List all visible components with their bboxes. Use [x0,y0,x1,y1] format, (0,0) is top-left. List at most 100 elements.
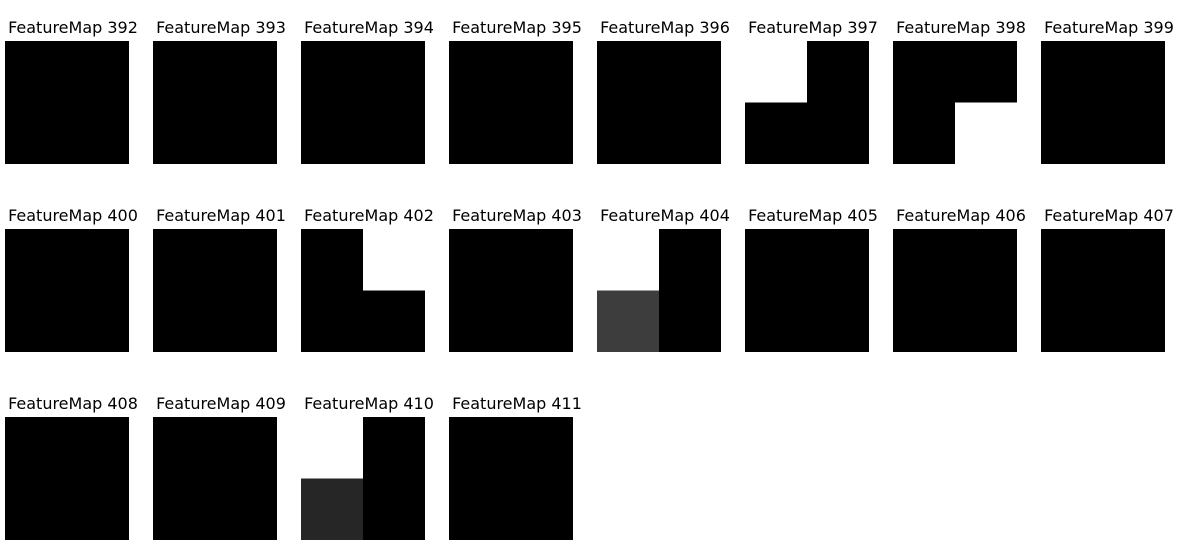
feature-map-svg [893,229,1017,352]
feature-map-panel: FeatureMap 406 [887,206,1035,371]
feature-map-title: FeatureMap 410 [304,394,434,413]
heatmap-cell [301,290,364,352]
feature-map-panel: FeatureMap 402 [295,206,443,371]
feature-map-title: FeatureMap 398 [896,18,1026,37]
heatmap-cell [215,417,277,479]
feature-map-image [893,41,1017,164]
feature-map-image [153,229,277,352]
feature-map-svg [449,229,573,352]
feature-map-panel: FeatureMap 394 [295,18,443,183]
feature-map-panel: FeatureMap 411 [443,394,591,559]
heatmap-cell [5,290,68,352]
heatmap-cell [597,102,660,164]
heatmap-cell [5,478,68,540]
heatmap-cell [955,102,1017,164]
heatmap-cell [5,102,68,164]
feature-map-image [301,229,425,352]
feature-map-title: FeatureMap 395 [452,18,582,37]
heatmap-cell [363,478,425,540]
feature-map-image [449,417,573,540]
heatmap-cell [215,290,277,352]
heatmap-cell [1041,102,1104,164]
heatmap-cell [1103,102,1165,164]
heatmap-cell [153,41,216,103]
heatmap-cell [807,290,869,352]
feature-map-panel: FeatureMap 396 [591,18,739,183]
feature-map-panel: FeatureMap 392 [0,18,147,183]
feature-map-image [745,41,869,164]
heatmap-cell [363,290,425,352]
feature-map-title: FeatureMap 405 [748,206,878,225]
feature-map-panel: FeatureMap 395 [443,18,591,183]
feature-map-image [745,229,869,352]
heatmap-cell [67,229,129,291]
heatmap-cell [67,290,129,352]
feature-map-title: FeatureMap 399 [1044,18,1174,37]
heatmap-cell [5,417,68,479]
heatmap-cell [511,41,573,103]
heatmap-cell [153,478,216,540]
heatmap-cell [449,290,512,352]
feature-map-panel: FeatureMap 397 [739,18,887,183]
heatmap-cell [1041,290,1104,352]
feature-map-title: FeatureMap 403 [452,206,582,225]
feature-map-image [5,417,129,540]
heatmap-cell [301,229,364,291]
heatmap-cell [1103,229,1165,291]
feature-map-svg [597,41,721,164]
heatmap-cell [363,102,425,164]
feature-map-title: FeatureMap 406 [896,206,1026,225]
feature-map-svg [597,229,721,352]
heatmap-cell [511,229,573,291]
heatmap-cell [807,102,869,164]
feature-map-svg [745,229,869,352]
heatmap-cell [301,417,364,479]
feature-map-panel: FeatureMap 407 [1035,206,1183,371]
feature-map-panel: FeatureMap 404 [591,206,739,371]
feature-map-title: FeatureMap 393 [156,18,286,37]
feature-map-svg [1041,229,1165,352]
heatmap-cell [511,102,573,164]
feature-map-svg [5,229,129,352]
feature-map-svg [153,417,277,540]
feature-map-panel: FeatureMap 400 [0,206,147,371]
feature-map-title: FeatureMap 396 [600,18,730,37]
heatmap-cell [449,478,512,540]
heatmap-cell [807,41,869,103]
feature-map-svg [301,417,425,540]
feature-map-image [5,229,129,352]
feature-map-svg [5,417,129,540]
heatmap-cell [153,102,216,164]
feature-map-image [597,229,721,352]
feature-map-panel: FeatureMap 401 [147,206,295,371]
heatmap-cell [659,290,721,352]
feature-map-svg [5,41,129,164]
feature-map-title: FeatureMap 394 [304,18,434,37]
feature-map-title: FeatureMap 408 [8,394,138,413]
heatmap-cell [955,41,1017,103]
heatmap-cell [511,478,573,540]
heatmap-cell [215,41,277,103]
feature-map-svg [153,229,277,352]
heatmap-cell [215,478,277,540]
heatmap-cell [1103,41,1165,103]
feature-map-image [5,41,129,164]
heatmap-cell [1103,290,1165,352]
heatmap-cell [745,229,808,291]
heatmap-cell [659,102,721,164]
feature-map-image [301,41,425,164]
heatmap-cell [955,229,1017,291]
feature-map-panel: FeatureMap 410 [295,394,443,559]
heatmap-cell [893,290,956,352]
feature-map-title: FeatureMap 404 [600,206,730,225]
heatmap-cell [511,290,573,352]
feature-map-svg [301,41,425,164]
feature-map-image [153,417,277,540]
feature-map-image [597,41,721,164]
heatmap-cell [67,417,129,479]
feature-map-title: FeatureMap 407 [1044,206,1174,225]
feature-map-svg [745,41,869,164]
heatmap-cell [5,229,68,291]
feature-map-title: FeatureMap 392 [8,18,138,37]
heatmap-cell [67,478,129,540]
